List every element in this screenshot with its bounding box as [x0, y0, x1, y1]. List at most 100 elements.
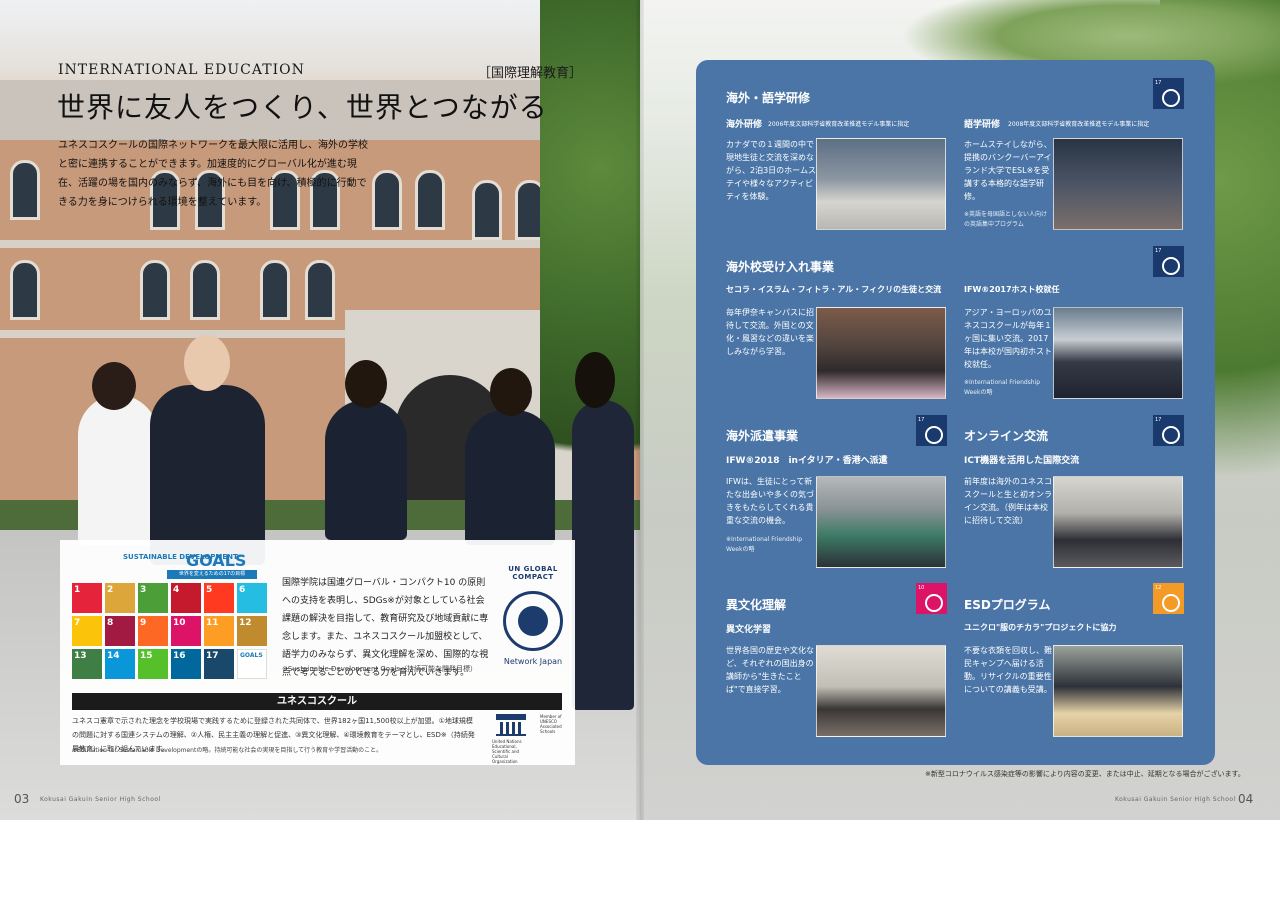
window — [10, 260, 40, 320]
unesco-logo: United Nations Educational, Scientific a… — [492, 712, 572, 764]
language-training-designation: 2008年度文部科学省教育改革推進モデル事業に指定 — [1008, 121, 1150, 128]
photo-clothing-donation — [1053, 645, 1183, 737]
unesco-member-label: Member of UNESCO Associated Schools — [540, 714, 562, 734]
window — [415, 170, 445, 230]
page-number-left: 03 — [14, 792, 30, 806]
window — [190, 260, 220, 320]
ifw2018-heading: IFW®2018 inイタリア・香港へ派遣 — [726, 456, 888, 466]
teacher-figure — [150, 385, 265, 565]
un-emblem-icon — [503, 591, 563, 651]
photo-ifw2018-group — [816, 476, 946, 568]
badge-number: 17 — [1155, 248, 1162, 254]
student-figure — [325, 400, 407, 540]
sdg-goal-11-icon: 11 — [204, 616, 234, 646]
ungc-subtitle: Network Japan — [503, 657, 563, 666]
section-eyebrow: INTERNATIONAL EDUCATION — [58, 62, 305, 78]
online-exchange-heading: ICT機器を活用した国際交流 — [964, 456, 1080, 466]
student-head — [490, 368, 532, 416]
photo-homestay-group — [1053, 138, 1183, 230]
badge-number: 10 — [918, 585, 925, 591]
photo-indonesia-students — [816, 307, 946, 399]
section-title-dispatch: 海外派遣事業 — [726, 429, 799, 443]
unesco-temple-icon — [496, 714, 526, 736]
unesco-footnote: ※Education for Sustainable Developmentの略… — [72, 747, 383, 754]
sdg-goals-mini-logo-icon: GOALS — [237, 649, 267, 679]
indonesia-exchange-text: 毎年伊奈キャンパスに招待して交流。外国との文化・風習などの違いを楽しみながら学習… — [726, 308, 814, 356]
window — [10, 160, 40, 220]
window — [472, 180, 502, 240]
student-head — [345, 360, 387, 408]
cross-cultural-heading: 異文化学習 — [726, 625, 772, 635]
uniqlo-project-heading: ユニクロ"服のチカラ"プロジェクトに協力 — [964, 623, 1117, 632]
student-figure — [572, 400, 634, 710]
photo-online-classroom — [1053, 476, 1183, 568]
uniqlo-project-text: 不要な衣類を回収し、難民キャンプへ届ける活動。リサイクルの重要性についての講義も… — [964, 646, 1052, 694]
page-gutter — [636, 0, 644, 820]
section-title-cross-cultural: 異文化理解 — [726, 598, 787, 612]
esl-footnote: ※英語を母国語としない人向けの英語集中プログラム — [964, 211, 1048, 228]
window — [372, 170, 402, 230]
sdg-panel: SUSTAINABLE DEVELOPMENT GOALS 世界を変えるための1… — [60, 540, 575, 765]
sdg-goal-15-icon: 15 — [138, 649, 168, 679]
sdg-goal-1-icon: 1 — [72, 583, 102, 613]
photo-culture-class — [816, 645, 946, 737]
window — [305, 260, 335, 320]
badge-number: 17 — [1155, 80, 1162, 86]
section-title-host-program: 海外校受け入れ事業 — [726, 260, 835, 274]
sdg12-badge-icon: 12 — [1153, 583, 1184, 614]
sdg17-badge-icon: 17 — [916, 415, 947, 446]
school-name-left: Kokusai Gakuin Senior High School — [40, 796, 161, 803]
photo-ifw2017-group — [1053, 307, 1183, 399]
sdg-goal-10-icon: 10 — [171, 616, 201, 646]
language-training-text: ホームステイしながら、提携のバンクーバーアイランド大学でESL※を受講する本格的… — [964, 140, 1052, 201]
sdg-footnote: ※Sustainable Development Goals（持続可能な開発目標… — [282, 665, 477, 673]
overseas-training-text: カナダでの１週間の中で現地生徒と交流を深めながら、2泊3日のホームステイや様々な… — [726, 140, 816, 201]
section-title-online: オンライン交流 — [964, 429, 1049, 443]
un-global-compact-logo: UN GLOBAL COMPACT Network Japan — [498, 565, 568, 685]
student-head — [575, 352, 615, 408]
window — [140, 260, 170, 320]
ifw2017-text: アジア・ヨーロッパのユネスコスクールが毎年１ヶ国に集い交流。2017年は本校が国… — [964, 308, 1052, 369]
sdg-goal-9-icon: 9 — [138, 616, 168, 646]
intro-paragraph: ユネスコスクールの国際ネットワークを最大限に活用し、海外の学校と密に連携すること… — [58, 140, 368, 208]
sdg-goal-3-icon: 3 — [138, 583, 168, 613]
photo-canada-activity — [816, 138, 946, 230]
section-title-esd: ESDプログラム — [964, 598, 1051, 612]
ifw2017-heading: IFW®2017ホスト校就任 — [964, 285, 1060, 294]
ifw2018-footnote: ※International Friendship Weekの略 — [726, 536, 803, 553]
section-title-overseas-study: 海外・語学研修 — [726, 91, 811, 105]
sdg-goal-7-icon: 7 — [72, 616, 102, 646]
indonesia-exchange-heading: セコラ・イスラム・フィトラ・アル・フィクリの生徒と交流 — [726, 285, 942, 294]
window — [260, 260, 290, 320]
ungc-title: UN GLOBAL COMPACT — [508, 565, 558, 581]
ifw2018-text: IFWは、生徒にとって新たな出会いや多くの気づきをもたらしてくれる貴重な交流の機… — [726, 477, 814, 525]
sdg-goal-14-icon: 14 — [105, 649, 135, 679]
unesco-caption: United Nations Educational, Scientific a… — [492, 739, 522, 764]
student-head — [92, 362, 136, 410]
unesco-heading: ユネスコスクール — [72, 693, 562, 710]
student-figure — [465, 410, 555, 545]
sdg-goal-13-icon: 13 — [72, 649, 102, 679]
sdg-goal-6-icon: 6 — [237, 583, 267, 613]
student-figure — [78, 395, 158, 545]
badge-number: 17 — [918, 417, 925, 423]
sdg-goal-16-icon: 16 — [171, 649, 201, 679]
badge-number: 12 — [1155, 585, 1162, 591]
ifw-footnote: ※International Friendship Weekの略 — [964, 379, 1041, 396]
sdg-goal-12-icon: 12 — [237, 616, 267, 646]
online-exchange-text: 前年度は海外のユネスコスクールと生と初オンライン交流。（例年は本校に招待して交流… — [964, 477, 1052, 525]
sdg-goal-5-icon: 5 — [204, 583, 234, 613]
badge-number: 17 — [1155, 417, 1162, 423]
page-headline: 世界に友人をつくり、世界とつながる — [57, 91, 548, 124]
sdg-goal-8-icon: 8 — [105, 616, 135, 646]
overseas-training-heading: 海外研修 — [726, 120, 763, 130]
section-tag: ［国際理解教育］ — [478, 66, 583, 81]
sdg-goal-2-icon: 2 — [105, 583, 135, 613]
page-number-right: 04 — [1238, 792, 1254, 806]
cross-cultural-text: 世界各国の歴史や文化など、それぞれの国出身の講師から"生きたことば"で直接学習。 — [726, 646, 814, 694]
sdg10-badge-icon: 10 — [916, 583, 947, 614]
school-name-right: Kokusai Gakuin Senior High School — [1115, 796, 1236, 803]
teacher-head — [184, 335, 230, 391]
sdg-goal-grid: 1 2 3 4 5 6 7 8 9 10 11 12 13 14 15 16 17 GOALS — [72, 583, 267, 679]
sdg-logo-subtitle: 世界を変えるための17の目標 — [167, 570, 257, 579]
